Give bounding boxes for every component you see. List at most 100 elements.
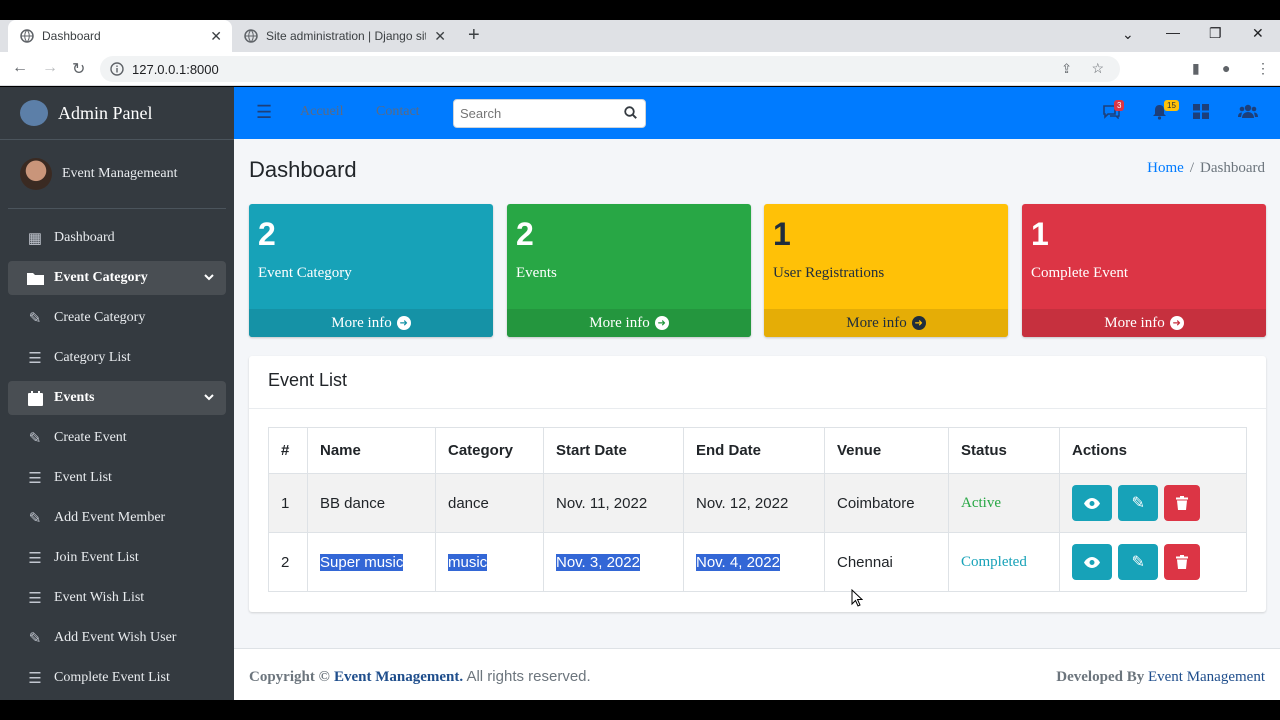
arrow-circle-right-icon: ➜ — [396, 316, 411, 330]
profile-icon[interactable]: ● — [1222, 60, 1230, 76]
footer-developer-link[interactable]: Event Management — [1148, 669, 1265, 685]
close-tab-icon[interactable]: ✕ — [210, 28, 222, 45]
sidebar-item-add-event-wish-user[interactable]: ✎ Add Event Wish User — [8, 621, 226, 655]
stat-value: 1 — [1031, 216, 1049, 252]
browser-tab-admin[interactable]: Site administration | Django site ✕ — [236, 20, 458, 52]
view-button[interactable] — [1072, 485, 1112, 521]
more-info-link[interactable]: More info ➜ — [764, 309, 1008, 337]
view-button[interactable] — [1072, 544, 1112, 580]
edit-icon: ✎ — [28, 430, 42, 447]
trash-icon — [1176, 496, 1189, 510]
cell-end-date: Nov. 12, 2022 — [683, 473, 825, 533]
brand-link[interactable]: Admin Panel — [0, 87, 234, 140]
users-icon[interactable] — [1238, 104, 1258, 122]
bell-icon[interactable]: 15 — [1152, 100, 1179, 122]
content-wrapper: Dashboard Home / Dashboard 2 Event Categor… — [234, 139, 1280, 648]
nav-link-contact[interactable]: Contact — [376, 104, 420, 120]
new-tab-button[interactable]: + — [468, 24, 480, 47]
user-panel[interactable]: Event Managemeant — [8, 140, 226, 209]
globe-icon — [20, 29, 34, 43]
user-name: Event Managemeant — [62, 166, 178, 181]
breadcrumb: Home / Dashboard — [1147, 160, 1265, 177]
sidebar-item-label: Event List — [54, 470, 112, 485]
stat-box-events: 2 Events More info ➜ — [507, 204, 751, 337]
sidebar-item-label: Add Event Wish User — [54, 630, 177, 645]
footer-brand-link[interactable]: Event Management. — [334, 669, 463, 685]
close-window-icon[interactable]: ✕ — [1252, 25, 1264, 42]
sidebar-item-create-event[interactable]: ✎ Create Event — [8, 421, 226, 455]
browser-toolbar: ← → ↻ 127.0.0.1:8000 ⇪ ☆ ▮ ● ⋮ — [0, 52, 1280, 86]
sidebar-item-event-list[interactable]: ☰ Event List — [8, 461, 226, 495]
table-row: 1 BB dance dance Nov. 11, 2022 Nov. 12, … — [268, 473, 1247, 533]
apps-grid-icon[interactable] — [1193, 104, 1213, 122]
grid-icon: ▦ — [27, 230, 43, 247]
more-info-link[interactable]: More info ➜ — [507, 309, 751, 337]
sidebar-item-event-category[interactable]: Event Category — [8, 261, 226, 295]
address-bar[interactable]: 127.0.0.1:8000 ⇪ ☆ — [100, 56, 1120, 82]
top-navbar: ☰ Accueil Contact 3 15 — [234, 87, 1280, 139]
edit-button[interactable]: ✎ — [1118, 485, 1159, 521]
selected-text: Nov. 3, 2022 — [556, 553, 640, 571]
sidebar-item-label: Join Event List — [54, 550, 139, 565]
edit-icon: ✎ — [1131, 495, 1145, 512]
column-header: Status — [948, 427, 1060, 474]
sidebar-item-label: Events — [54, 390, 95, 405]
trash-icon — [1176, 555, 1189, 569]
close-tab-icon[interactable]: ✕ — [434, 28, 446, 45]
sidebar-item-label: Create Category — [54, 310, 146, 325]
search-input[interactable] — [460, 106, 620, 121]
event-list-card: Event List # Name Category Start Date En… — [249, 356, 1266, 612]
cell-name: Super music — [307, 532, 436, 592]
cell-name: BB dance — [307, 473, 436, 533]
sidebar-item-events[interactable]: Events — [8, 381, 226, 415]
sidebar-item-label: Category List — [54, 350, 131, 365]
page-title: Dashboard — [249, 157, 357, 182]
tab-title: Dashboard — [42, 29, 101, 43]
list-icon: ☰ — [28, 590, 42, 607]
sidebar-item-join-event-list[interactable]: ☰ Join Event List — [8, 541, 226, 575]
search-icon[interactable] — [624, 106, 637, 122]
brand-logo — [20, 100, 48, 126]
forward-icon[interactable]: → — [42, 59, 58, 77]
more-info-link[interactable]: More info ➜ — [249, 309, 493, 337]
hamburger-menu-icon[interactable]: ☰ — [256, 102, 272, 123]
event-table: # Name Category Start Date End Date Venu… — [268, 427, 1247, 592]
edit-button[interactable]: ✎ — [1118, 544, 1159, 580]
sidebar-item-add-event-member[interactable]: ✎ Add Event Member — [8, 501, 226, 535]
sidebar-item-category-list[interactable]: ☰ Category List — [8, 341, 226, 375]
column-header: End Date — [683, 427, 825, 474]
selected-text: Nov. 4, 2022 — [696, 553, 780, 571]
cell-venue: Coimbatore — [824, 473, 949, 533]
info-icon[interactable] — [110, 62, 124, 76]
folder-icon — [26, 270, 44, 286]
sidebar-item-dashboard[interactable]: ▦ Dashboard — [8, 221, 226, 255]
cell-category: music — [435, 532, 544, 592]
side-panel-icon[interactable]: ▮ — [1192, 60, 1200, 77]
reload-icon[interactable]: ↻ — [72, 59, 85, 79]
stat-value: 1 — [773, 216, 791, 252]
share-icon[interactable]: ⇪ — [1061, 61, 1072, 77]
breadcrumb-home-link[interactable]: Home — [1147, 160, 1184, 176]
globe-icon — [244, 29, 258, 43]
delete-button[interactable] — [1164, 485, 1201, 521]
browser-tab-dashboard[interactable]: Dashboard ✕ — [8, 20, 232, 52]
bookmark-star-icon[interactable]: ☆ — [1091, 60, 1104, 77]
selected-text: music — [448, 553, 488, 571]
minimize-icon[interactable]: — — [1166, 24, 1180, 40]
stat-box-user-registrations: 1 User Registrations More info ➜ — [764, 204, 1008, 337]
delete-button[interactable] — [1164, 544, 1201, 580]
more-info-link[interactable]: More info ➜ — [1022, 309, 1266, 337]
tab-search-icon[interactable]: ⌄ — [1122, 26, 1134, 43]
nav-link-accueil[interactable]: Accueil — [300, 104, 344, 120]
restore-icon[interactable]: ❐ — [1209, 25, 1222, 42]
edit-icon: ✎ — [28, 510, 42, 527]
menu-icon[interactable]: ⋮ — [1256, 60, 1270, 77]
messages-icon[interactable]: 3 — [1102, 100, 1125, 122]
sidebar-item-create-category[interactable]: ✎ Create Category — [8, 301, 226, 335]
column-header: Category — [435, 427, 544, 474]
messages-badge: 3 — [1114, 100, 1125, 111]
back-icon[interactable]: ← — [12, 59, 28, 77]
stat-label: Event Category — [258, 265, 352, 281]
sidebar-item-complete-event-list[interactable]: ☰ Complete Event List — [8, 661, 226, 695]
sidebar-item-event-wish-list[interactable]: ☰ Event Wish List — [8, 581, 226, 615]
